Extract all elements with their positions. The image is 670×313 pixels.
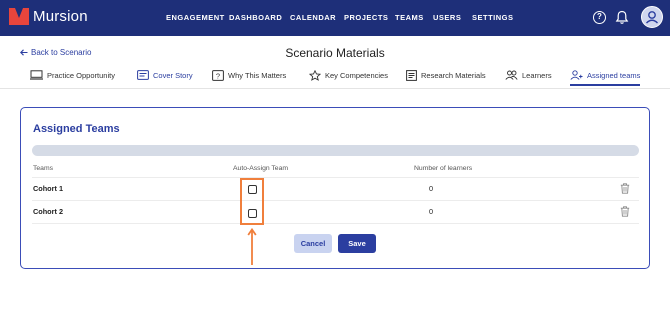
- column-header-auto-assign: Auto-Assign Team: [233, 165, 289, 172]
- question-box-icon: ?: [212, 70, 224, 81]
- trash-icon[interactable]: [620, 206, 630, 217]
- tab-label: Key Competencies: [325, 71, 388, 80]
- tab-research-materials[interactable]: Research Materials: [406, 70, 486, 81]
- loading-bar: [32, 145, 639, 156]
- tab-key-competencies[interactable]: Key Competencies: [309, 70, 388, 81]
- logo-text: Mursion: [33, 8, 88, 25]
- row-divider: [32, 223, 639, 224]
- page-title: Scenario Materials: [285, 46, 385, 60]
- tab-label: Assigned teams: [587, 70, 641, 80]
- tab-label: Learners: [522, 70, 552, 80]
- learner-count-cohort-2: 0: [429, 207, 434, 216]
- tabs-divider: [0, 88, 670, 89]
- svg-text:?: ?: [216, 71, 220, 80]
- logo-mark-icon: [9, 8, 29, 25]
- active-tab-indicator: [570, 84, 640, 86]
- arrow-up-icon: [247, 228, 257, 265]
- bell-icon[interactable]: [615, 10, 629, 25]
- nav-engagement[interactable]: ENGAGEMENT: [166, 13, 225, 22]
- trash-icon[interactable]: [620, 183, 630, 194]
- nav-projects[interactable]: PROJECTS: [344, 13, 388, 22]
- nav-dashboard[interactable]: DASHBOARD: [229, 13, 282, 22]
- tab-learners[interactable]: Learners: [505, 70, 552, 80]
- nav-teams[interactable]: TEAMS: [395, 13, 424, 22]
- monitor-icon: [30, 70, 43, 80]
- nav-calendar[interactable]: CALENDAR: [290, 13, 336, 22]
- tab-label: Cover Story: [153, 70, 193, 80]
- top-navigation-bar: Mursion ENGAGEMENT DASHBOARD CALENDAR PR…: [0, 0, 670, 36]
- tab-label: Practice Opportunity: [47, 70, 115, 80]
- column-header-learners: Number of learners: [414, 165, 473, 172]
- mursion-logo[interactable]: Mursion: [9, 8, 88, 25]
- learner-count-cohort-1: 0: [429, 184, 434, 193]
- row-divider: [32, 200, 639, 201]
- tab-cover-story[interactable]: Cover Story: [137, 70, 193, 80]
- people-icon: [505, 70, 518, 80]
- user-avatar[interactable]: [641, 6, 663, 28]
- assigned-teams-card: Assigned Teams Teams Auto-Assign Team Nu…: [20, 107, 650, 269]
- tab-label: Research Materials: [421, 71, 486, 80]
- id-card-icon: [137, 70, 149, 80]
- star-icon: [309, 70, 321, 81]
- document-icon: [406, 70, 417, 81]
- tab-assigned-teams[interactable]: Assigned teams: [570, 70, 640, 80]
- cancel-button[interactable]: Cancel: [294, 234, 332, 253]
- auto-assign-highlight-box: [240, 178, 264, 225]
- team-icon: [570, 70, 583, 80]
- card-title: Assigned Teams: [33, 123, 120, 135]
- tab-practice-opportunity[interactable]: Practice Opportunity: [30, 70, 115, 80]
- tab-why-this-matters[interactable]: ? Why This Matters: [212, 70, 286, 81]
- nav-settings[interactable]: SETTINGS: [472, 13, 514, 22]
- tab-label: Why This Matters: [228, 71, 287, 80]
- nav-users[interactable]: USERS: [433, 13, 461, 22]
- team-name-cohort-2: Cohort 2: [33, 207, 63, 216]
- team-name-cohort-1: Cohort 1: [33, 184, 63, 193]
- help-icon[interactable]: ?: [593, 11, 606, 24]
- row-divider: [32, 177, 639, 178]
- column-header-teams: Teams: [33, 165, 54, 172]
- save-button[interactable]: Save: [338, 234, 376, 253]
- user-icon: [646, 11, 658, 24]
